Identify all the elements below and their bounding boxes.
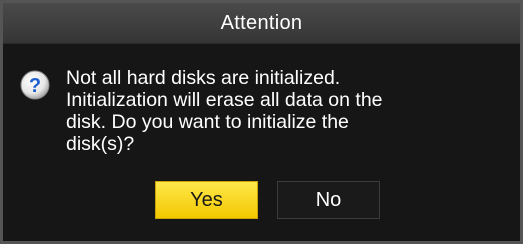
- dialog-content: ? Not all hard disks are initialized. In…: [3, 44, 520, 241]
- svg-text:?: ?: [29, 75, 41, 97]
- dialog-titlebar: Attention: [3, 3, 520, 44]
- no-button[interactable]: No: [277, 181, 380, 219]
- dialog-message: Not all hard disks are initialized. Init…: [66, 67, 383, 155]
- yes-button[interactable]: Yes: [155, 181, 258, 219]
- dialog-title: Attention: [220, 11, 303, 34]
- attention-dialog: Attention ? Not all hard disks are initi…: [0, 0, 523, 244]
- question-icon: ?: [20, 70, 50, 100]
